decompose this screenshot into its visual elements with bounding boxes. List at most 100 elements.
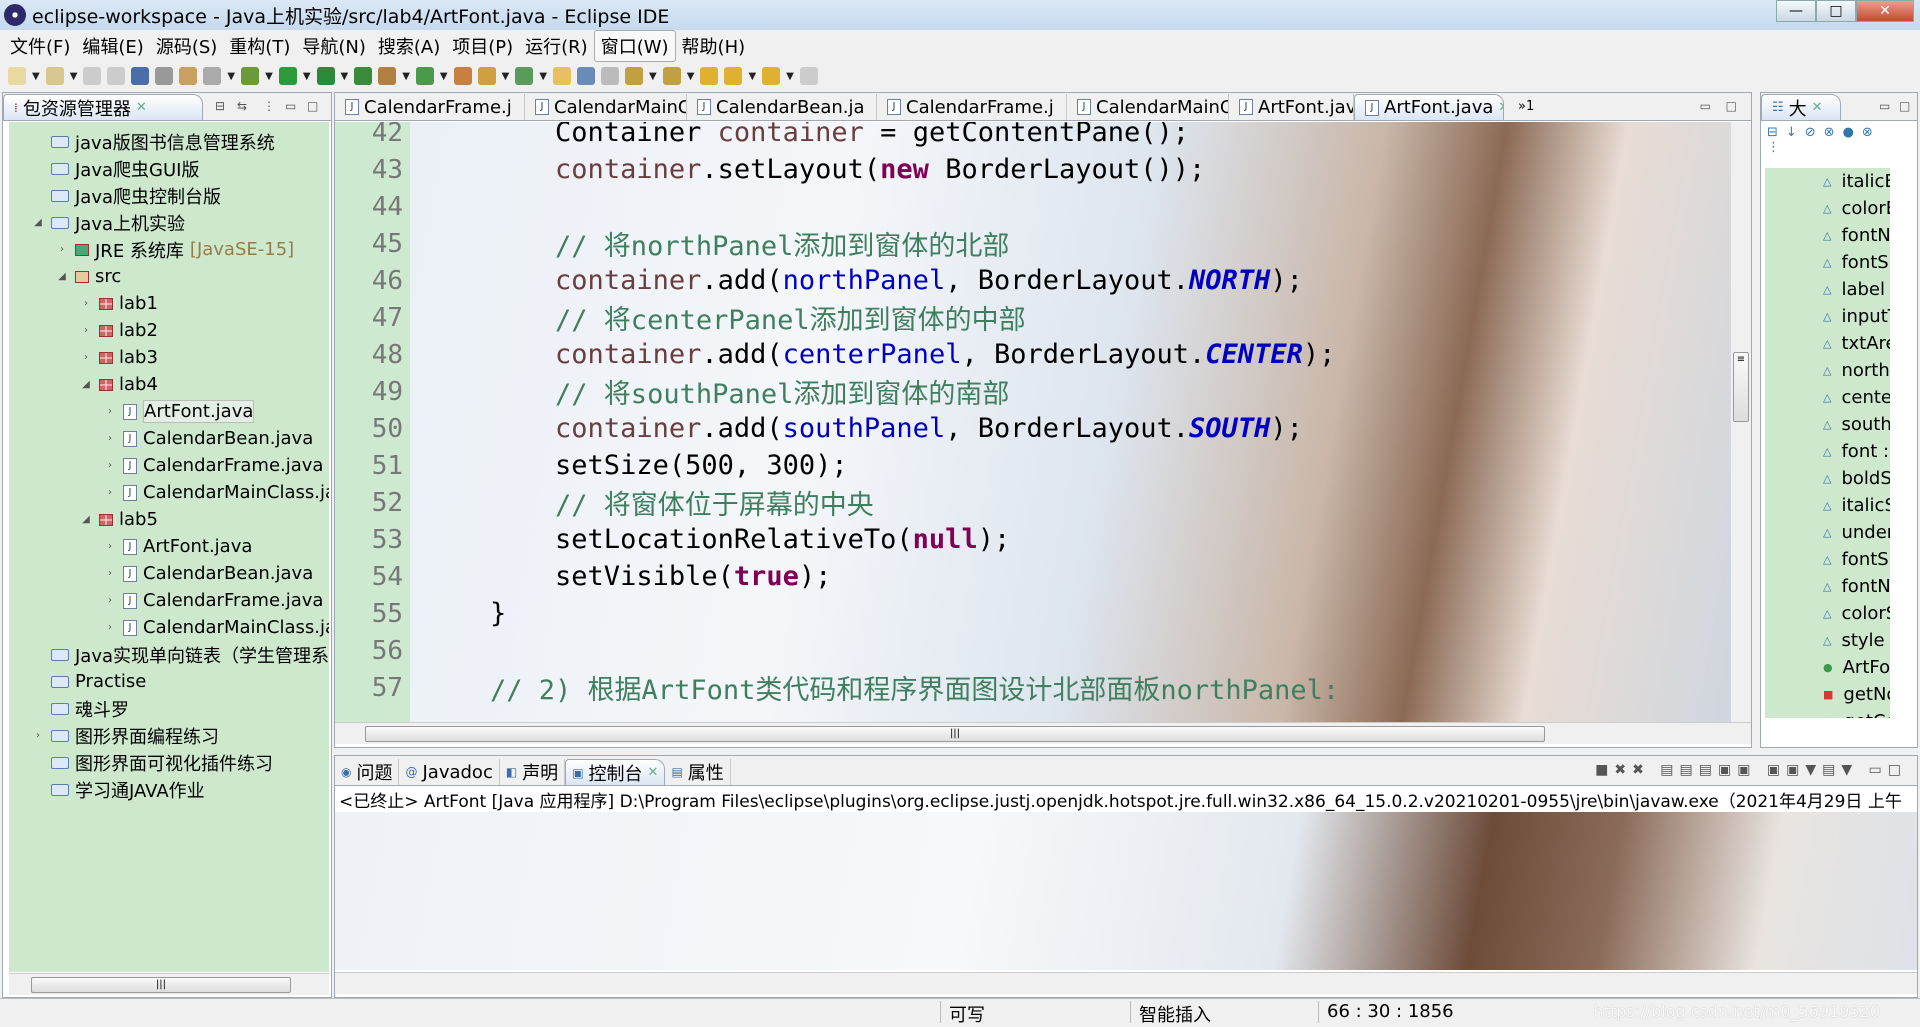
dropdown-arrow-icon[interactable]: ▼	[32, 71, 40, 82]
maximize-view-icon[interactable]: □	[1899, 99, 1910, 113]
tree-item[interactable]: › JRE 系统库 [JavaSE-15]	[55, 236, 294, 263]
tab-outline[interactable]: ☷ 大 ✕	[1761, 94, 1841, 120]
expand-arrow-icon[interactable]: ◢	[79, 379, 93, 390]
outline-item[interactable]: △ font :	[1765, 438, 1889, 465]
expand-arrow-icon[interactable]: ◢	[55, 271, 69, 282]
tree-item[interactable]: Java实现单向链表（学生管理系统	[31, 641, 329, 668]
tree-item[interactable]: 魂斗罗	[31, 695, 129, 722]
tree-item[interactable]: ◢ lab4	[79, 371, 158, 398]
tree-item[interactable]: › J CalendarBean.java	[103, 425, 313, 452]
outline-item[interactable]: △ colorB	[1765, 195, 1890, 222]
outline-item[interactable]: △ inputT	[1765, 303, 1890, 330]
toolbar-button-icon[interactable]	[155, 67, 174, 85]
minimize-view-icon[interactable]: ▭	[1700, 99, 1711, 113]
toolbar-button-icon[interactable]	[8, 67, 26, 85]
horizontal-scrollbar[interactable]: |||	[335, 722, 1751, 744]
outline-toolbar[interactable]: ⊟↓⊘⊗●⊗ ⋮	[1767, 125, 1881, 155]
outline-item[interactable]: △ label	[1765, 276, 1885, 303]
expand-arrow-icon[interactable]: ›	[103, 622, 117, 633]
outline-item[interactable]: ■ getCe	[1765, 708, 1890, 718]
console-output[interactable]	[335, 812, 1917, 970]
tree-item[interactable]: › J CalendarMainClass.java	[103, 614, 329, 641]
toolbar-button-icon[interactable]	[724, 67, 743, 85]
tab-editor-file[interactable]: J CalendarMainCla	[1067, 94, 1229, 120]
expand-arrow-icon[interactable]: ◢	[31, 217, 45, 228]
tree-item[interactable]: ◢ Java上机实验	[31, 209, 185, 236]
menu-item[interactable]: 搜索(A)	[372, 31, 446, 61]
outline-item[interactable]: △ txtAre	[1765, 330, 1890, 357]
tree-item[interactable]: › lab3	[79, 344, 158, 371]
dropdown-arrow-icon[interactable]: ▼	[649, 71, 657, 82]
tree-item[interactable]: ◢ lab5	[79, 506, 158, 533]
tab-editor-file[interactable]: J CalendarFrame.j	[335, 94, 525, 120]
minimize-view-icon[interactable]: ▭	[1879, 99, 1890, 113]
tree-item[interactable]: Java爬虫GUI版	[31, 155, 199, 182]
outline-item[interactable]: △ south	[1765, 411, 1890, 438]
minimize-view-icon[interactable]: ▭	[285, 99, 296, 113]
dropdown-arrow-icon[interactable]: ▼	[748, 71, 756, 82]
tab-editor-file[interactable]: J CalendarFrame.j	[877, 94, 1067, 120]
tab-overflow-button[interactable]: »1	[1518, 99, 1534, 114]
toolbar-button-icon[interactable]	[83, 67, 102, 85]
collapse-all-icon[interactable]: ⊟	[215, 99, 225, 113]
toolbar-button-icon[interactable]	[354, 67, 373, 85]
close-icon[interactable]: ✕	[136, 100, 147, 115]
expand-arrow-icon[interactable]: ›	[103, 460, 117, 471]
link-editor-icon[interactable]: ⇆	[237, 99, 247, 113]
dropdown-arrow-icon[interactable]: ▼	[687, 71, 695, 82]
tab-console[interactable]: ▣ 控制台 ✕	[565, 759, 666, 785]
tree-item[interactable]: › J CalendarMainClass.java	[103, 479, 329, 506]
outline-item[interactable]: △ fontSi	[1765, 249, 1890, 276]
tree-item[interactable]: › J ArtFont.java	[103, 533, 252, 560]
menu-item[interactable]: 帮助(H)	[676, 31, 752, 61]
tree-item[interactable]: 学习通JAVA作业	[31, 776, 205, 803]
menu-item[interactable]: 编辑(E)	[76, 31, 149, 61]
tree-item[interactable]: 图形界面可视化插件练习	[31, 749, 273, 776]
dropdown-arrow-icon[interactable]: ▼	[502, 71, 510, 82]
tree-item[interactable]: › 图形界面编程练习	[31, 722, 219, 749]
toolbar-button-icon[interactable]	[662, 67, 681, 85]
toolbar-button-icon[interactable]	[762, 67, 781, 85]
toolbar-button-icon[interactable]	[107, 67, 126, 85]
toolbar-button-icon[interactable]	[577, 67, 596, 85]
tab-problems[interactable]: ◉ 问题	[335, 759, 400, 785]
outline-item[interactable]: △ style :	[1765, 627, 1890, 654]
expand-arrow-icon[interactable]: ›	[103, 433, 117, 444]
toolbar-button-icon[interactable]	[179, 67, 198, 85]
toolbar-button-icon[interactable]	[477, 67, 496, 85]
horizontal-scrollbar[interactable]	[335, 972, 1917, 994]
close-icon[interactable]: ✕	[1498, 100, 1503, 115]
tree-item[interactable]: Practise	[31, 668, 146, 695]
outline-item[interactable]: △ italicS	[1765, 492, 1890, 519]
outline-item[interactable]: △ fontSi	[1765, 546, 1890, 573]
outline-item[interactable]: △ fontN	[1765, 573, 1890, 600]
expand-arrow-icon[interactable]: ›	[79, 298, 93, 309]
tree-item[interactable]: java版图书信息管理系统	[31, 128, 275, 155]
expand-arrow-icon[interactable]: ›	[31, 730, 45, 741]
toolbar-button-icon[interactable]	[453, 67, 472, 85]
tab-declaration[interactable]: ◧ 声明	[500, 759, 566, 785]
outline-item[interactable]: △ cente	[1765, 384, 1890, 411]
tab-editor-file[interactable]: J CalendarBean.ja	[687, 94, 877, 120]
tree-item[interactable]: › J CalendarFrame.java	[103, 587, 323, 614]
dropdown-arrow-icon[interactable]: ▼	[539, 71, 547, 82]
dropdown-arrow-icon[interactable]: ▼	[786, 71, 794, 82]
toolbar-button-icon[interactable]	[241, 67, 260, 85]
toolbar-button-icon[interactable]	[415, 67, 434, 85]
outline-item[interactable]: ■ getNo	[1765, 681, 1890, 708]
expand-arrow-icon[interactable]: ›	[103, 595, 117, 606]
outline-item[interactable]: △ colorS	[1765, 600, 1890, 627]
expand-arrow-icon[interactable]: ›	[103, 406, 117, 417]
expand-arrow-icon[interactable]: ›	[103, 487, 117, 498]
outline-item[interactable]: △ north	[1765, 357, 1890, 384]
tree-item[interactable]: › lab1	[79, 290, 158, 317]
menu-item[interactable]: 源码(S)	[150, 31, 223, 61]
tree-item[interactable]: › J CalendarBean.java	[103, 560, 313, 587]
console-toolbar[interactable]: ■✖✖ ▤▤▤▣▣ ▣▣▼▤▼ ▭□	[1595, 762, 1907, 778]
close-icon[interactable]: ✕	[1812, 100, 1823, 115]
tab-editor-file[interactable]: J ArtFont.java ✕	[1354, 94, 1504, 120]
toolbar-button-icon[interactable]	[278, 67, 297, 85]
menu-item[interactable]: 重构(T)	[223, 31, 296, 61]
tree-item[interactable]: › J CalendarFrame.java	[103, 452, 323, 479]
expand-arrow-icon[interactable]: ›	[103, 568, 117, 579]
